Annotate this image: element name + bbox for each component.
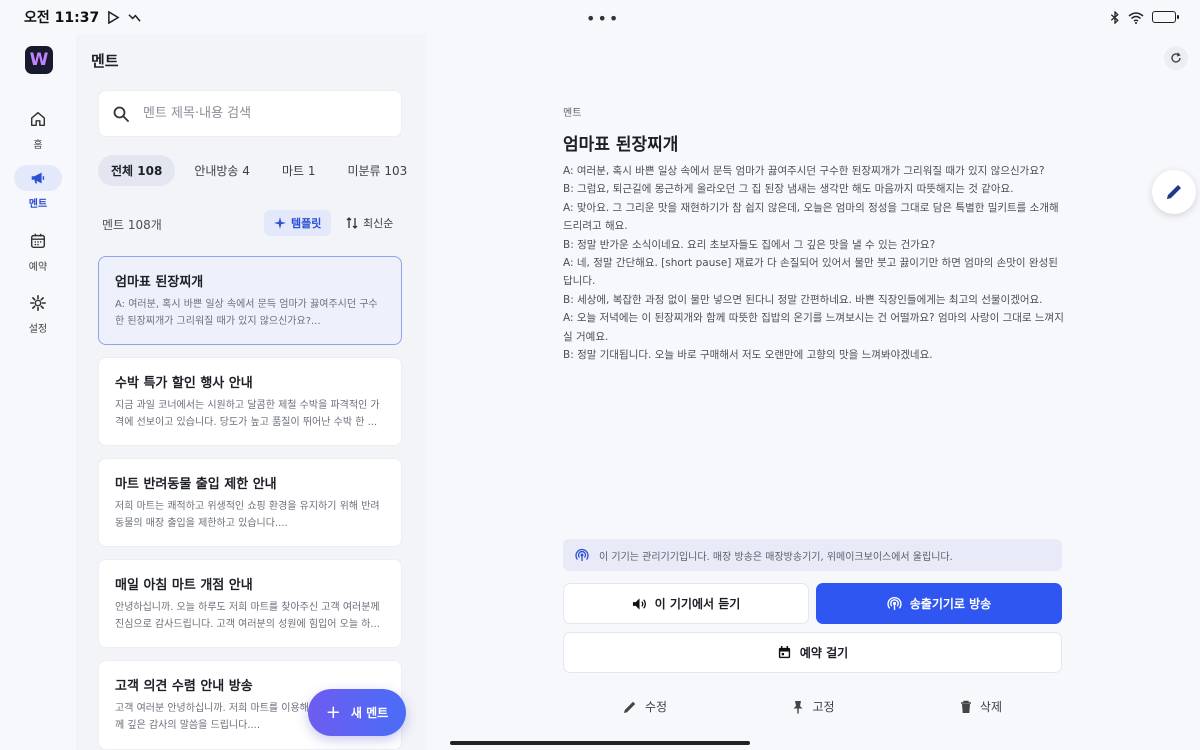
list-item[interactable]: 마트 반려동물 출입 제한 안내 저희 마트는 쾌적하고 위생적인 쇼핑 환경을… xyxy=(98,458,402,547)
card-title: 마트 반려동물 출입 제한 안내 xyxy=(115,477,277,492)
speaker-icon xyxy=(632,597,646,610)
reserve-label: 예약 걸기 xyxy=(799,646,849,660)
search-input[interactable] xyxy=(143,106,383,121)
play-icon xyxy=(108,10,120,24)
page-title: 멘트 xyxy=(91,52,119,70)
nav-item-ment[interactable]: 멘트 xyxy=(14,165,62,210)
detail-script: A: 여러분, 혹시 바쁜 일상 속에서 문득 엄마가 끓여주시던 구수한 된장… xyxy=(563,162,1065,364)
app-logo: W xyxy=(25,46,53,74)
nav-item-label: 설정 xyxy=(28,324,48,335)
card-preview: A: 여러분, 혹시 바쁜 일상 속에서 문득 엄마가 끓여주시던 구수한 된장… xyxy=(115,299,378,327)
pen-icon xyxy=(1167,185,1181,199)
nav-item-home[interactable]: 홈 xyxy=(14,106,62,151)
listen-on-device-button[interactable]: 이 기기에서 듣기 xyxy=(563,583,809,624)
new-ment-button[interactable]: + 새 멘트 xyxy=(308,689,406,736)
tab-announcement[interactable]: 안내방송 4 xyxy=(181,155,263,186)
script-line: A: 맞아요. 그 그리운 맛을 재현하기가 참 쉽지 않은데, 오늘은 엄마의… xyxy=(563,201,1059,233)
status-bar: 오전 11:37 ••• xyxy=(0,0,1200,34)
pin-button[interactable]: 고정 xyxy=(792,698,835,715)
delete-button[interactable]: 삭제 xyxy=(960,698,1002,715)
detail-actions: 수정 고정 삭제 xyxy=(563,698,1062,715)
device-notice: 이 기기는 관리기기입니다. 매장 방송은 매장방송기기, 위메이크보이스에서 … xyxy=(563,539,1062,571)
script-line: A: 오늘 저녁에는 이 된장찌개와 함께 따뜻한 집밥의 온기를 느껴보시는 … xyxy=(563,312,1064,343)
status-right-icons xyxy=(1110,10,1179,24)
card-title: 매일 아침 마트 개점 안내 xyxy=(115,578,253,593)
reserve-button[interactable]: 예약 걸기 xyxy=(563,632,1062,673)
card-preview: 지금 과일 코너에서는 시원하고 달콤한 제철 수박을 파격적인 가격에 선보이… xyxy=(115,400,380,428)
sort-icon xyxy=(346,217,358,229)
list-item[interactable]: 엄마표 된장찌개 A: 여러분, 혹시 바쁜 일상 속에서 문득 엄마가 끓여주… xyxy=(98,256,402,345)
broadcast-icon xyxy=(887,596,902,610)
new-ment-label: 새 멘트 xyxy=(350,706,389,720)
script-line: B: 정말 기대됩니다. 오늘 바로 구매해서 저도 오랜만에 고향의 맛을 느… xyxy=(563,349,933,362)
tab-all[interactable]: 전체 108 xyxy=(98,155,176,186)
nav-item-label: 예약 xyxy=(28,262,48,273)
template-label: 템플릿 xyxy=(291,217,322,230)
home-indicator[interactable] xyxy=(450,741,750,745)
nav-item-label: 멘트 xyxy=(28,199,48,210)
script-line: B: 정말 반가운 소식이네요. 요리 초보자들도 집에서 그 깊은 맛을 낼 … xyxy=(563,238,936,251)
pen-button[interactable] xyxy=(1152,170,1196,214)
calendar-icon xyxy=(30,233,46,249)
pin-label: 고정 xyxy=(812,700,835,714)
search-box[interactable] xyxy=(98,90,402,137)
calendar-icon xyxy=(778,645,790,659)
list-toolbar: 멘트 108개 템플릿 최신순 xyxy=(102,210,402,238)
detail-category: 멘트 xyxy=(563,108,582,119)
card-title: 수박 특가 할인 행사 안내 xyxy=(115,376,253,391)
script-line: A: 여러분, 혹시 바쁜 일상 속에서 문득 엄마가 끓여주시던 구수한 된장… xyxy=(563,165,1045,177)
ment-detail-panel: 멘트 엄마표 된장찌개 A: 여러분, 혹시 바쁜 일상 속에서 문득 엄마가 … xyxy=(426,34,1200,750)
trash-icon xyxy=(960,700,971,713)
sparkle-icon xyxy=(274,217,286,229)
plus-icon: + xyxy=(325,702,341,723)
status-time: 오전 11:37 xyxy=(24,10,100,26)
search-icon xyxy=(113,106,129,122)
nav-item-reservation[interactable]: 예약 xyxy=(14,228,62,273)
sort-label: 최신순 xyxy=(363,217,394,230)
multitask-dots[interactable]: ••• xyxy=(586,9,620,28)
tab-mart[interactable]: 마트 1 xyxy=(269,155,329,186)
battery-icon xyxy=(1152,11,1179,23)
nav-rail: W 홈 멘트 예약 설정 xyxy=(0,34,76,750)
script-line: B: 세상에, 복잡한 과정 없이 물만 넣으면 된다니 정말 간편하네요. 바… xyxy=(563,293,1043,306)
script-line: A: 네, 정말 간단해요. [short pause] 재료가 다 손질되어 … xyxy=(563,257,1058,288)
nav-item-settings[interactable]: 설정 xyxy=(14,290,62,335)
list-item[interactable]: 수박 특가 할인 행사 안내 지금 과일 코너에서는 시원하고 달콤한 제철 수… xyxy=(98,357,402,446)
pencil-icon xyxy=(624,701,636,713)
home-icon xyxy=(30,111,46,127)
script-line: B: 그럼요, 퇴근길에 몽근하게 올라오던 그 집 된장 냄새는 생각만 해도… xyxy=(563,183,1014,196)
notice-text: 이 기기는 관리기기입니다. 매장 방송은 매장방송기기, 위메이크보이스에서 … xyxy=(599,551,953,563)
edit-label: 수정 xyxy=(645,700,668,714)
edit-button[interactable]: 수정 xyxy=(623,698,667,715)
broadcast-label: 송출기기로 방송 xyxy=(909,597,992,611)
card-title: 엄마표 된장찌개 xyxy=(115,275,204,290)
refresh-icon xyxy=(1171,52,1181,63)
megaphone-icon xyxy=(31,172,45,184)
wifi-icon xyxy=(1128,11,1144,24)
gear-icon xyxy=(29,294,47,312)
ment-list-panel: 멘트 전체 108 안내방송 4 마트 1 미분류 103 멘트 108개 템플… xyxy=(76,34,426,750)
status-left-icons xyxy=(107,10,141,24)
sort-button[interactable]: 최신순 xyxy=(346,210,393,236)
delete-label: 삭제 xyxy=(979,700,1002,714)
broadcast-icon xyxy=(575,548,589,561)
nav-item-label: 홈 xyxy=(33,140,43,151)
listen-label: 이 기기에서 듣기 xyxy=(654,597,741,611)
template-button[interactable]: 템플릿 xyxy=(264,210,332,236)
card-preview: 저희 마트는 쾌적하고 위생적인 쇼핑 환경을 유지하기 위해 반려동물의 매장… xyxy=(115,501,380,529)
signal-icon xyxy=(128,13,141,22)
broadcast-button[interactable]: 송출기기로 방송 xyxy=(816,583,1062,624)
bluetooth-icon xyxy=(1110,10,1119,24)
card-preview: 안녕하십니까. 오늘 하루도 저희 마트를 찾아주신 고객 여러분께 진심으로 … xyxy=(115,602,380,630)
list-item[interactable]: 매일 아침 마트 개점 안내 안녕하십니까. 오늘 하루도 저희 마트를 찾아주… xyxy=(98,559,402,648)
pin-icon xyxy=(793,700,803,713)
refresh-button[interactable] xyxy=(1164,46,1188,70)
tab-uncategorized[interactable]: 미분류 103 xyxy=(334,155,420,186)
ment-count: 멘트 108개 xyxy=(102,217,162,232)
filter-tabs: 전체 108 안내방송 4 마트 1 미분류 103 xyxy=(98,155,420,186)
detail-title: 엄마표 된장찌개 xyxy=(563,135,679,155)
